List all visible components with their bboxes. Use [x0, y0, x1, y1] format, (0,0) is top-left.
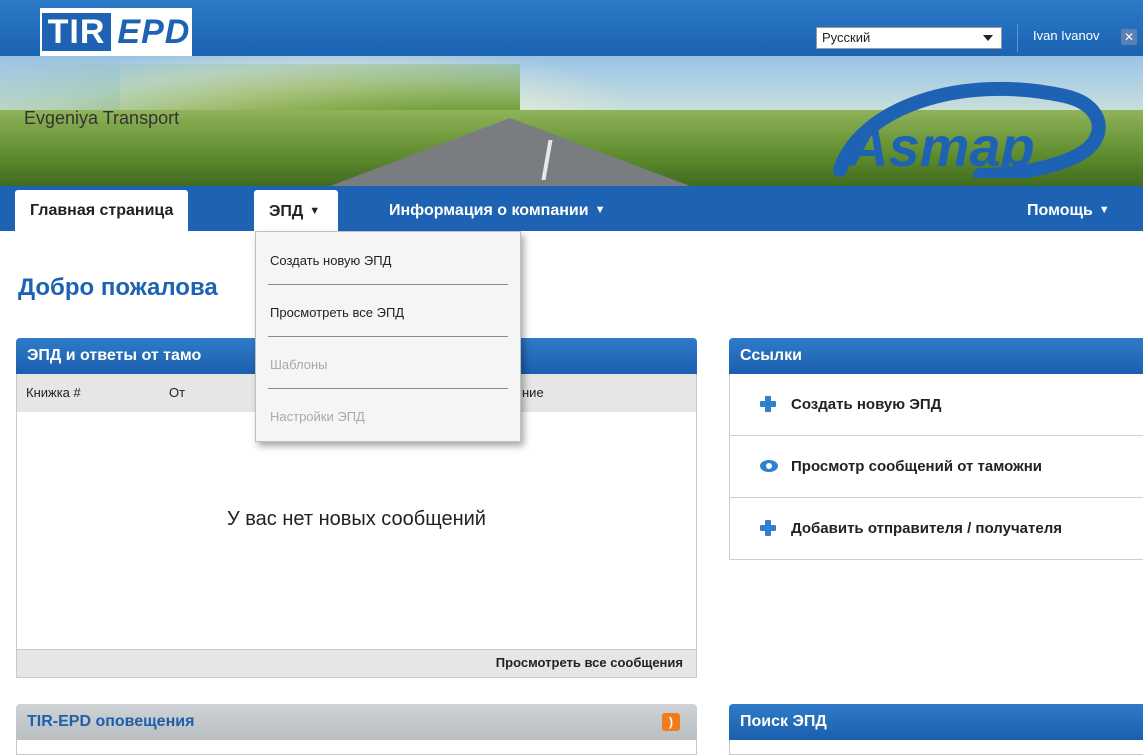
asmap-logo-text: Asmap — [846, 115, 1035, 178]
caret-down-icon: ▼ — [594, 204, 606, 216]
view-all-messages-link[interactable]: Просмотреть все сообщения — [496, 655, 683, 670]
page-title: Добро пожалова — [18, 274, 218, 301]
search-panel-title: Поиск ЭПД — [740, 713, 827, 730]
caret-down-icon: ▼ — [309, 205, 321, 217]
alerts-panel-body — [16, 740, 697, 755]
logo-epd-text: EPD — [117, 13, 191, 51]
logout-close-icon[interactable]: ✕ — [1121, 29, 1137, 45]
epd-dropdown-menu: Создать новую ЭПД Просмотреть все ЭПД Ша… — [255, 231, 521, 442]
view-all-messages-bar: Просмотреть все сообщения — [16, 650, 697, 678]
user-separator — [1017, 24, 1018, 52]
user-name-link[interactable]: Ivan Ivanov — [1033, 28, 1100, 43]
link-view-customs-messages-label: Просмотр сообщений от таможни — [791, 458, 1042, 475]
empty-messages-text: У вас нет новых сообщений — [227, 508, 486, 530]
search-panel-body — [729, 740, 1143, 755]
menu-separator — [268, 388, 508, 389]
nav-tab-epd[interactable]: ЭПД ▼ — [254, 190, 338, 231]
link-view-customs-messages[interactable]: Просмотр сообщений от таможни — [729, 436, 1143, 498]
column-header-from[interactable]: От — [169, 385, 185, 400]
link-create-epd[interactable]: Создать новую ЭПД — [729, 374, 1143, 436]
plus-icon — [760, 520, 776, 536]
menu-separator — [268, 336, 508, 337]
column-header-status[interactable]: ние — [522, 385, 544, 400]
link-add-sender-recipient-label: Добавить отправителя / получателя — [791, 520, 1062, 537]
language-select[interactable]: Русский — [816, 27, 1002, 49]
chevron-down-icon — [983, 35, 993, 41]
column-header-book[interactable]: Книжка # — [26, 385, 81, 400]
company-name: Evgeniya Transport — [24, 108, 180, 128]
asmap-logo: Asmap — [833, 81, 1106, 178]
links-panel-header: Ссылки — [729, 338, 1143, 374]
search-panel-header: Поиск ЭПД — [729, 704, 1143, 740]
rss-icon[interactable]: ) — [662, 713, 680, 731]
plus-icon — [760, 396, 776, 412]
nav-tab-company-info[interactable]: Информация о компании ▼ — [374, 186, 620, 231]
nav-tab-help[interactable]: Помощь ▼ — [1012, 186, 1125, 231]
nav-tab-home[interactable]: Главная страница — [15, 190, 189, 231]
menu-item-view-all-epd[interactable]: Просмотреть все ЭПД — [270, 305, 404, 320]
banner-road — [330, 118, 690, 186]
messages-panel-title: ЭПД и ответы от тамо — [27, 347, 202, 364]
logo-tir-text: TIR — [41, 13, 112, 51]
messages-table-body — [16, 412, 697, 650]
menu-item-templates: Шаблоны — [270, 357, 328, 372]
menu-item-epd-settings: Настройки ЭПД — [270, 409, 365, 424]
menu-separator — [268, 284, 508, 285]
tir-epd-logo[interactable]: TIR EPD — [40, 8, 192, 56]
language-select-value: Русский — [822, 30, 871, 45]
nav-tab-help-label: Помощь — [1027, 202, 1093, 219]
alerts-panel-header: TIR-EPD оповещения — [16, 704, 697, 740]
link-add-sender-recipient[interactable]: Добавить отправителя / получателя — [729, 498, 1143, 560]
links-panel-title: Ссылки — [740, 347, 802, 364]
menu-item-create-epd[interactable]: Создать новую ЭПД — [270, 253, 391, 268]
nav-tab-company-info-label: Информация о компании — [389, 202, 589, 219]
main-navbar: Главная страница ЭПД ▼ Информация о компа… — [0, 186, 1143, 231]
eye-icon — [760, 460, 778, 472]
alerts-panel-title: TIR-EPD оповещения — [27, 713, 195, 730]
nav-tab-home-label: Главная страница — [30, 202, 174, 219]
nav-tab-epd-label: ЭПД — [269, 203, 304, 220]
header-banner: TIR EPD Evgeniya Transport Русский Ivan … — [0, 0, 1143, 186]
link-create-epd-label: Создать новую ЭПД — [791, 396, 942, 413]
caret-down-icon: ▼ — [1098, 204, 1110, 216]
